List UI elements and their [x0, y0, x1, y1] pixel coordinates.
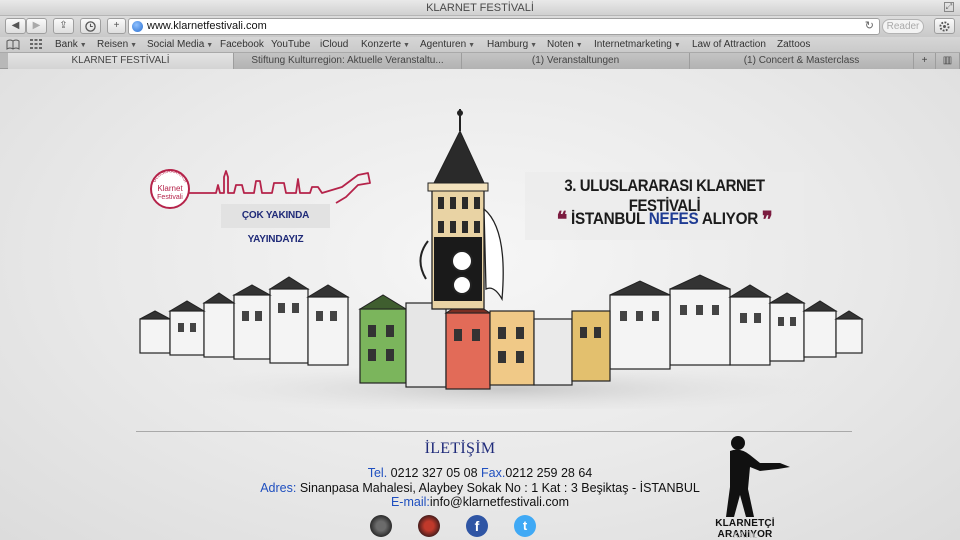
tab-label: (1) Concert & Masterclass: [743, 55, 860, 66]
bookmark-label: Noten: [547, 39, 574, 50]
bookmark-hamburg[interactable]: Hamburg ▼: [487, 39, 537, 50]
chevron-down-icon: ▼: [206, 42, 214, 49]
bookmark-label: YouTube: [271, 39, 311, 50]
bookmark-icloud[interactable]: iCloud: [320, 39, 348, 50]
url-text: www.klarnetfestivali.com: [147, 20, 267, 32]
tab-overview-icon: ▥: [942, 55, 953, 66]
bookmark-label: Law of Attraction: [692, 39, 766, 50]
bookmark-internetmarketing[interactable]: Internetmarketing ▼: [594, 39, 681, 50]
tab-bar: KLARNET FESTİVALİ Stiftung Kulturregion:…: [0, 53, 960, 69]
fullscreen-icon[interactable]: ⤢: [944, 2, 954, 12]
tab-veranstaltungen[interactable]: (1) Veranstaltungen: [462, 53, 690, 69]
address-bar[interactable]: www.klarnetfestivali.com ↻: [128, 18, 880, 35]
address-label: Adres:: [260, 481, 297, 495]
page-content: ULUSLARARASI Klarnet Festivali ÇOK YAKIN…: [0, 69, 960, 540]
forward-button[interactable]: ▶: [26, 18, 47, 34]
bookmark-label: Bank: [55, 39, 78, 50]
foursquare-icon[interactable]: [370, 515, 392, 537]
bookmark-label: Hamburg: [487, 39, 529, 50]
chevron-down-icon: ▼: [79, 42, 87, 49]
bookmark-label: Internetmarketing: [594, 39, 672, 50]
plus-icon: +: [113, 20, 120, 31]
youtube-icon[interactable]: [418, 515, 440, 537]
bookmark-noten[interactable]: Noten ▼: [547, 39, 583, 50]
content-divider: [136, 431, 852, 432]
bookmark-bank[interactable]: Bank ▼: [55, 39, 87, 50]
chevron-down-icon: ▼: [530, 42, 538, 49]
bookmarks-bar: Bank ▼ Reisen ▼ Social Media ▼ Facebook You…: [0, 37, 960, 53]
new-tab-button[interactable]: +: [914, 53, 936, 69]
bookmark-youtube[interactable]: YouTube: [271, 39, 310, 50]
bookmark-konzerte[interactable]: Konzerte ▼: [361, 39, 410, 50]
gear-icon: [939, 21, 950, 32]
plus-icon: +: [921, 55, 928, 66]
twitter-glyph: t: [522, 518, 528, 533]
tab-klarnet-festivali[interactable]: KLARNET FESTİVALİ: [8, 53, 234, 69]
share-button[interactable]: ⇪: [53, 18, 74, 34]
tab-label: KLARNET FESTİVALİ: [71, 55, 170, 66]
settings-button[interactable]: [934, 18, 955, 34]
tab-label: Stiftung Kulturregion: Aktuelle Veransta…: [251, 55, 444, 66]
email-link[interactable]: info@klarnetfestivali.com: [430, 495, 569, 509]
clock-icon: [85, 21, 96, 32]
bookmark-law-of-attraction[interactable]: Law of Attraction: [692, 39, 766, 50]
reload-icon[interactable]: ↻: [865, 19, 874, 34]
contact-email-line: E-mail:info@klarnetfestivali.com: [180, 495, 780, 509]
email-label: E-mail:: [390, 495, 430, 509]
globe-icon: [132, 21, 143, 32]
browser-toolbar: ◀ ▶ ⇪ + www.klarnetfestivali.com ↻ Reade…: [0, 16, 960, 37]
bookmark-facebook[interactable]: Facebook: [220, 39, 264, 50]
tel-label: Tel.: [367, 466, 388, 480]
window-title: KLARNET FESTİVALİ: [426, 2, 534, 14]
chevron-down-icon: ▼: [403, 42, 410, 49]
bookmark-agenturen[interactable]: Agenturen ▼: [420, 39, 475, 50]
contact-phone-line: Tel. 0212 327 05 08 Fax.0212 259 28 64: [180, 466, 780, 480]
grid-icon[interactable]: [30, 39, 42, 52]
history-button[interactable]: [80, 18, 101, 34]
tel-value[interactable]: 0212 327 05 08: [391, 466, 478, 480]
fax-value: 0212 259 28 64: [505, 466, 593, 480]
chevron-down-icon: ▼: [468, 42, 476, 49]
back-arrow-icon: ◀: [11, 20, 20, 31]
tab-concert-masterclass[interactable]: (1) Concert & Masterclass: [690, 53, 914, 69]
contact-title: İLETİŞİM: [424, 440, 496, 457]
chevron-down-icon: ▼: [673, 42, 681, 49]
share-icon: ⇪: [59, 20, 68, 31]
galata-tower-illustration: [139, 109, 864, 409]
bookmark-label: Social Media: [147, 39, 205, 50]
bookmark-label: Zattoos: [777, 39, 811, 50]
join-link[interactable]: KATIL: [690, 530, 800, 540]
clarinetist-silhouette-icon[interactable]: [720, 433, 796, 519]
reader-button[interactable]: Reader: [882, 19, 924, 34]
bookmark-label: Reisen: [97, 39, 129, 50]
bookmark-social-media[interactable]: Social Media ▼: [147, 39, 213, 50]
forward-arrow-icon: ▶: [32, 20, 41, 31]
address-value: Sinanpasa Mahalesi, Alaybey Sokak No : 1…: [299, 481, 700, 495]
chevron-down-icon: ▼: [575, 42, 583, 49]
bookmark-label: Agenturen: [420, 39, 467, 50]
back-button[interactable]: ◀: [5, 18, 26, 34]
bookmark-zattoos[interactable]: Zattoos: [777, 39, 810, 50]
tab-label: (1) Veranstaltungen: [531, 55, 620, 66]
tab-overview-button[interactable]: ▥: [936, 53, 960, 69]
chevron-down-icon: ▼: [130, 42, 138, 49]
book-icon[interactable]: [6, 39, 20, 53]
facebook-glyph: f: [474, 518, 480, 534]
bookmark-label: Konzerte: [361, 39, 402, 50]
bookmark-reisen[interactable]: Reisen ▼: [97, 39, 137, 50]
twitter-icon[interactable]: t: [514, 515, 536, 537]
window-title-bar: KLARNET FESTİVALİ ⤢: [0, 0, 960, 16]
contact-address-line: Adres: Sinanpasa Mahalesi, Alaybey Sokak…: [180, 481, 780, 495]
bookmark-label: iCloud: [320, 39, 349, 50]
facebook-icon[interactable]: f: [466, 515, 488, 537]
add-bookmark-button[interactable]: +: [107, 18, 126, 34]
fax-label: Fax.: [481, 466, 506, 480]
bookmark-label: Facebook: [220, 39, 264, 50]
tab-stiftung-kulturregion[interactable]: Stiftung Kulturregion: Aktuelle Veransta…: [234, 53, 462, 69]
